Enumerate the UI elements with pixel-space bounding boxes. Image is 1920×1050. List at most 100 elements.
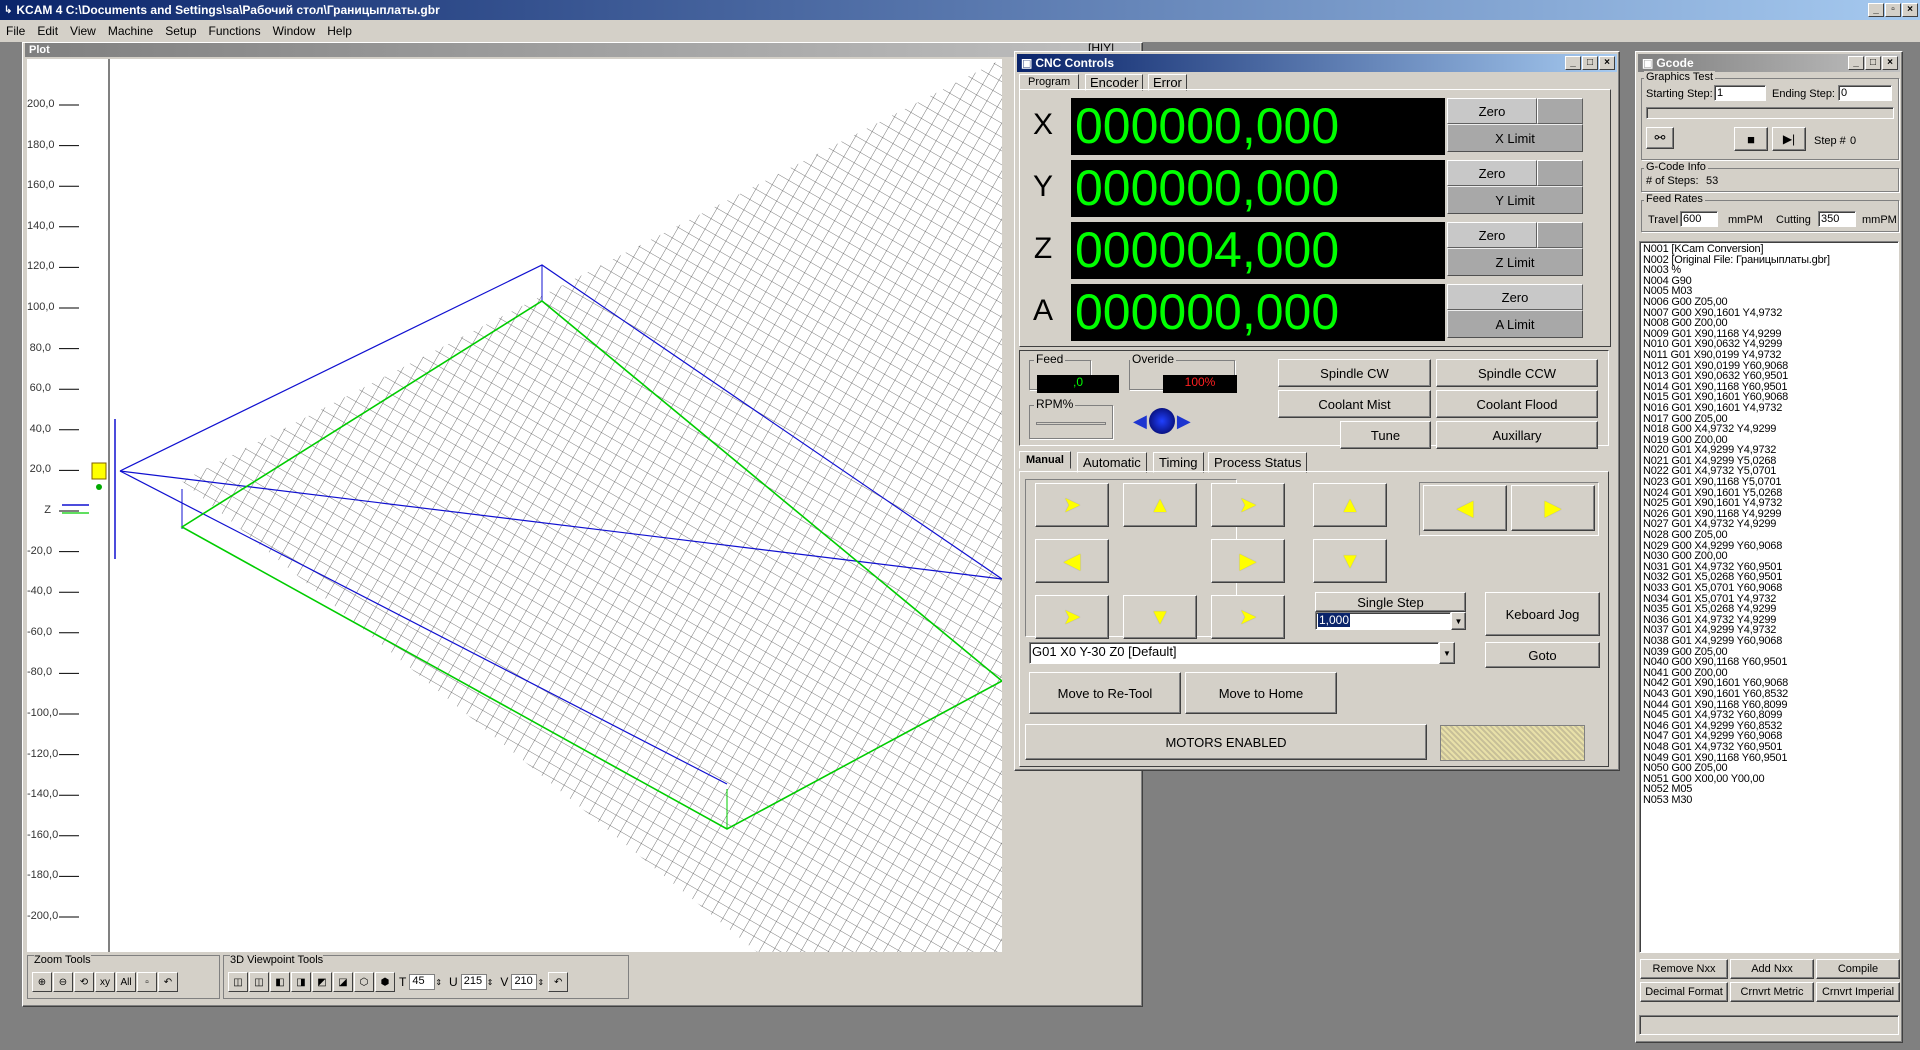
u-spinner-icon[interactable]: ⇕ bbox=[487, 978, 494, 987]
tune-button[interactable]: Tune bbox=[1340, 421, 1431, 449]
binoculars-icon[interactable]: ⚯ bbox=[1646, 127, 1674, 149]
jog-up-button[interactable]: ▲ bbox=[1123, 483, 1197, 527]
gcode-line[interactable]: N053 M30 bbox=[1643, 795, 1895, 806]
view-bottom-icon[interactable]: ◪ bbox=[333, 972, 353, 992]
compile-button[interactable]: Compile bbox=[1816, 959, 1900, 979]
zoom-fit-icon[interactable]: ▫ bbox=[137, 972, 157, 992]
jog-up-left-button[interactable]: ➤ bbox=[1035, 483, 1109, 527]
menu-edit[interactable]: Edit bbox=[37, 24, 58, 38]
jog-up-right-button[interactable]: ➤ bbox=[1211, 483, 1285, 527]
cnc-close-icon[interactable]: × bbox=[1599, 56, 1615, 70]
menu-window[interactable]: Window bbox=[273, 24, 316, 38]
tab-timing[interactable]: Timing bbox=[1153, 452, 1204, 473]
starting-step-input[interactable]: 1 bbox=[1714, 85, 1766, 101]
step-size-dropdown-icon[interactable]: ▼ bbox=[1451, 612, 1466, 630]
jog-down-right-button[interactable]: ➤ bbox=[1211, 595, 1285, 639]
close-icon[interactable]: × bbox=[1902, 3, 1918, 17]
gcode-maximize-icon[interactable]: □ bbox=[1865, 56, 1881, 70]
menu-machine[interactable]: Machine bbox=[108, 24, 153, 38]
v-input[interactable]: 210 bbox=[511, 974, 538, 990]
cnc-titlebar[interactable]: ▣ CNC Controls _ □ × bbox=[1017, 54, 1617, 72]
app-titlebar[interactable]: ↳ KCAM 4 C:\Documents and Settings\sa\Ра… bbox=[0, 0, 1920, 20]
decimal-format-button[interactable]: Decimal Format bbox=[1640, 982, 1728, 1002]
coolant-mist-button[interactable]: Coolant Mist bbox=[1278, 390, 1431, 418]
jog-down-left-button[interactable]: ➤ bbox=[1035, 595, 1109, 639]
spindle-cw-button[interactable]: Spindle CW bbox=[1278, 359, 1431, 387]
gcode-minimize-icon[interactable]: _ bbox=[1848, 56, 1864, 70]
command-combobox[interactable]: G01 X0 Y-30 Z0 [Default] bbox=[1029, 642, 1439, 664]
gcode-line[interactable]: N011 G01 X90,0199 Y4,9732 bbox=[1643, 350, 1895, 361]
ending-step-input[interactable]: 0 bbox=[1838, 85, 1892, 101]
menu-view[interactable]: View bbox=[70, 24, 96, 38]
gcode-line[interactable]: N038 G01 X4,9299 Y60,9068 bbox=[1643, 636, 1895, 647]
view-refresh-icon[interactable]: ↶ bbox=[548, 972, 569, 992]
tab-program[interactable]: Program bbox=[1019, 74, 1080, 90]
convert-metric-button[interactable]: Crnvrt Metric bbox=[1730, 982, 1814, 1002]
remove-nxx-button[interactable]: Remove Nxx bbox=[1640, 959, 1728, 979]
coolant-flood-button[interactable]: Coolant Flood bbox=[1436, 390, 1598, 418]
spindle-ccw-button[interactable]: Spindle CCW bbox=[1436, 359, 1598, 387]
rpm-slider-thumb[interactable] bbox=[1038, 414, 1046, 432]
tab-process-status[interactable]: Process Status bbox=[1208, 452, 1308, 473]
zoom-window-icon[interactable]: ⟲ bbox=[74, 972, 94, 992]
gcode-listing[interactable]: N001 [KCam Conversion] N002 [Original Fil… bbox=[1639, 241, 1899, 953]
jog-z-up-button[interactable]: ▲ bbox=[1313, 483, 1387, 527]
command-dropdown-icon[interactable]: ▼ bbox=[1439, 642, 1455, 664]
tab-automatic[interactable]: Automatic bbox=[1077, 452, 1147, 473]
zoom-in-icon[interactable]: ⊕ bbox=[32, 972, 52, 992]
step-size-select[interactable]: 1,000 bbox=[1315, 612, 1451, 630]
cutting-input[interactable]: 350 bbox=[1818, 211, 1856, 227]
move-retool-button[interactable]: Move to Re-Tool bbox=[1029, 672, 1181, 714]
menu-file[interactable]: File bbox=[6, 24, 25, 38]
tab-manual[interactable]: Manual bbox=[1019, 451, 1071, 469]
view-iso-icon[interactable]: ⬡ bbox=[354, 972, 374, 992]
menu-setup[interactable]: Setup bbox=[165, 24, 196, 38]
view-right-icon[interactable]: ◨ bbox=[291, 972, 311, 992]
zoom-xy-icon[interactable]: xy bbox=[95, 972, 115, 992]
menu-functions[interactable]: Functions bbox=[209, 24, 261, 38]
view-top-icon[interactable]: ◩ bbox=[312, 972, 332, 992]
zero-a-button[interactable]: Zero bbox=[1447, 284, 1583, 310]
single-step-button[interactable]: Single Step bbox=[1315, 592, 1466, 612]
keyboard-jog-button[interactable]: Keboard Jog bbox=[1485, 592, 1600, 636]
cnc-minimize-icon[interactable]: _ bbox=[1565, 56, 1581, 70]
restore-icon[interactable]: ▫ bbox=[1885, 3, 1901, 17]
jog-z-down-button[interactable]: ▼ bbox=[1313, 539, 1387, 583]
stop-icon[interactable]: ■ bbox=[1734, 127, 1768, 151]
t-spinner-icon[interactable]: ⇕ bbox=[435, 978, 442, 987]
gcode-close-icon[interactable]: × bbox=[1882, 56, 1898, 70]
zero-x-button[interactable]: Zero bbox=[1447, 98, 1537, 124]
menu-help[interactable]: Help bbox=[327, 24, 352, 38]
minimize-icon[interactable]: _ bbox=[1868, 3, 1884, 17]
view-front-icon[interactable]: ◫ bbox=[228, 972, 248, 992]
travel-input[interactable]: 600 bbox=[1680, 211, 1718, 227]
gcode-titlebar[interactable]: ▣ Gcode _ □ × bbox=[1638, 54, 1900, 72]
zero-z-button[interactable]: Zero bbox=[1447, 222, 1537, 248]
u-input[interactable]: 215 bbox=[460, 974, 487, 990]
view-back-icon[interactable]: ◫ bbox=[249, 972, 269, 992]
add-nxx-button[interactable]: Add Nxx bbox=[1730, 959, 1814, 979]
override-jog[interactable]: ◀ ▶ bbox=[1133, 408, 1191, 434]
gcode-line[interactable]: N006 G00 Z05,00 bbox=[1643, 297, 1895, 308]
gcode-line[interactable]: N033 G01 X5,0701 Y60,9068 bbox=[1643, 583, 1895, 594]
zoom-all-icon[interactable]: All bbox=[116, 972, 136, 992]
override-up-icon[interactable]: ▶ bbox=[1177, 411, 1191, 432]
zoom-undo-icon[interactable]: ↶ bbox=[158, 972, 178, 992]
jog-a-left-button[interactable]: ◀ bbox=[1423, 485, 1507, 531]
gcode-line[interactable]: N048 G01 X4,9732 Y60,9501 bbox=[1643, 742, 1895, 753]
override-knob-icon[interactable] bbox=[1148, 408, 1175, 434]
auxillary-button[interactable]: Auxillary bbox=[1436, 421, 1598, 449]
jog-down-button[interactable]: ▼ bbox=[1123, 595, 1197, 639]
plot-canvas[interactable]: 200,0 180,0 160,0 140,0 120,0 100,0 80,0 60,0 40… bbox=[27, 59, 1002, 952]
jog-left-button[interactable]: ◀ bbox=[1035, 539, 1109, 583]
gcode-line[interactable]: N001 [KCam Conversion] bbox=[1643, 244, 1895, 255]
cnc-maximize-icon[interactable]: □ bbox=[1582, 56, 1598, 70]
view-iso2-icon[interactable]: ⬢ bbox=[375, 972, 395, 992]
motors-enabled-button[interactable]: MOTORS ENABLED bbox=[1025, 724, 1427, 760]
convert-imperial-button[interactable]: Crnvrt Imperial bbox=[1816, 982, 1900, 1002]
goto-button[interactable]: Goto bbox=[1485, 642, 1600, 668]
gcode-line[interactable]: N043 G01 X90,1601 Y60,8532 bbox=[1643, 689, 1895, 700]
zero-y-button[interactable]: Zero bbox=[1447, 160, 1537, 186]
zoom-out-icon[interactable]: ⊖ bbox=[53, 972, 73, 992]
override-down-icon[interactable]: ◀ bbox=[1133, 411, 1147, 432]
